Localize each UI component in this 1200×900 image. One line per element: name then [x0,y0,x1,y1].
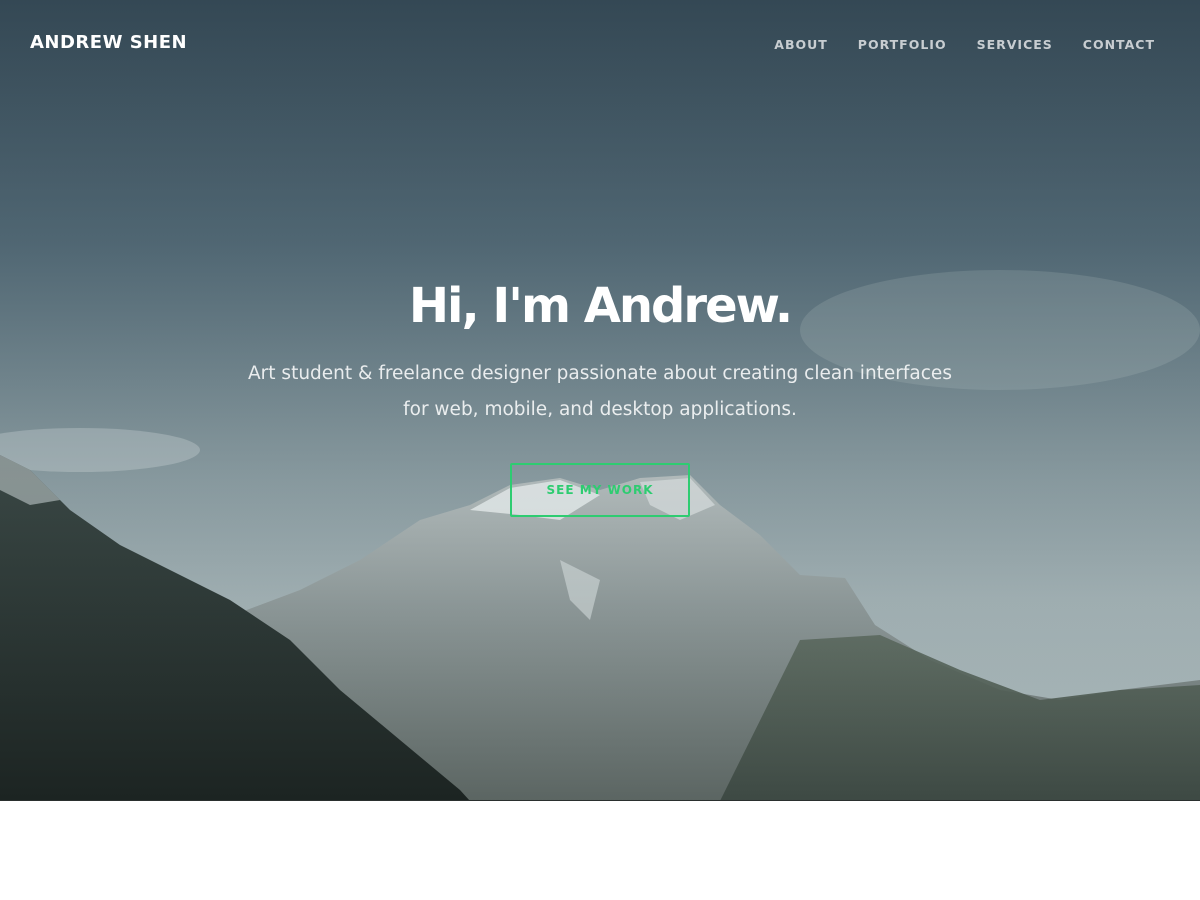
hero-subtitle: Art student & freelance designer passion… [248,363,952,420]
brand-logo-text[interactable]: ANDREW SHEN [30,32,187,53]
top-navbar: ANDREW SHEN ABOUT PORTFOLIO SERVICES CON… [0,0,1200,90]
nav-link-portfolio[interactable]: PORTFOLIO [858,37,947,52]
see-my-work-button[interactable]: SEE MY WORK [510,463,690,517]
hero-title: Hi, I'm Andrew. [408,278,793,334]
nav-link-about[interactable]: ABOUT [774,37,828,52]
nav-link-services[interactable]: SERVICES [977,37,1053,52]
nav-links: ABOUT PORTFOLIO SERVICES CONTACT [774,37,1155,52]
hero-divider [0,800,1200,801]
nav-link-contact[interactable]: CONTACT [1083,37,1155,52]
hero-section: ANDREW SHEN ABOUT PORTFOLIO SERVICES CON… [0,0,1200,801]
